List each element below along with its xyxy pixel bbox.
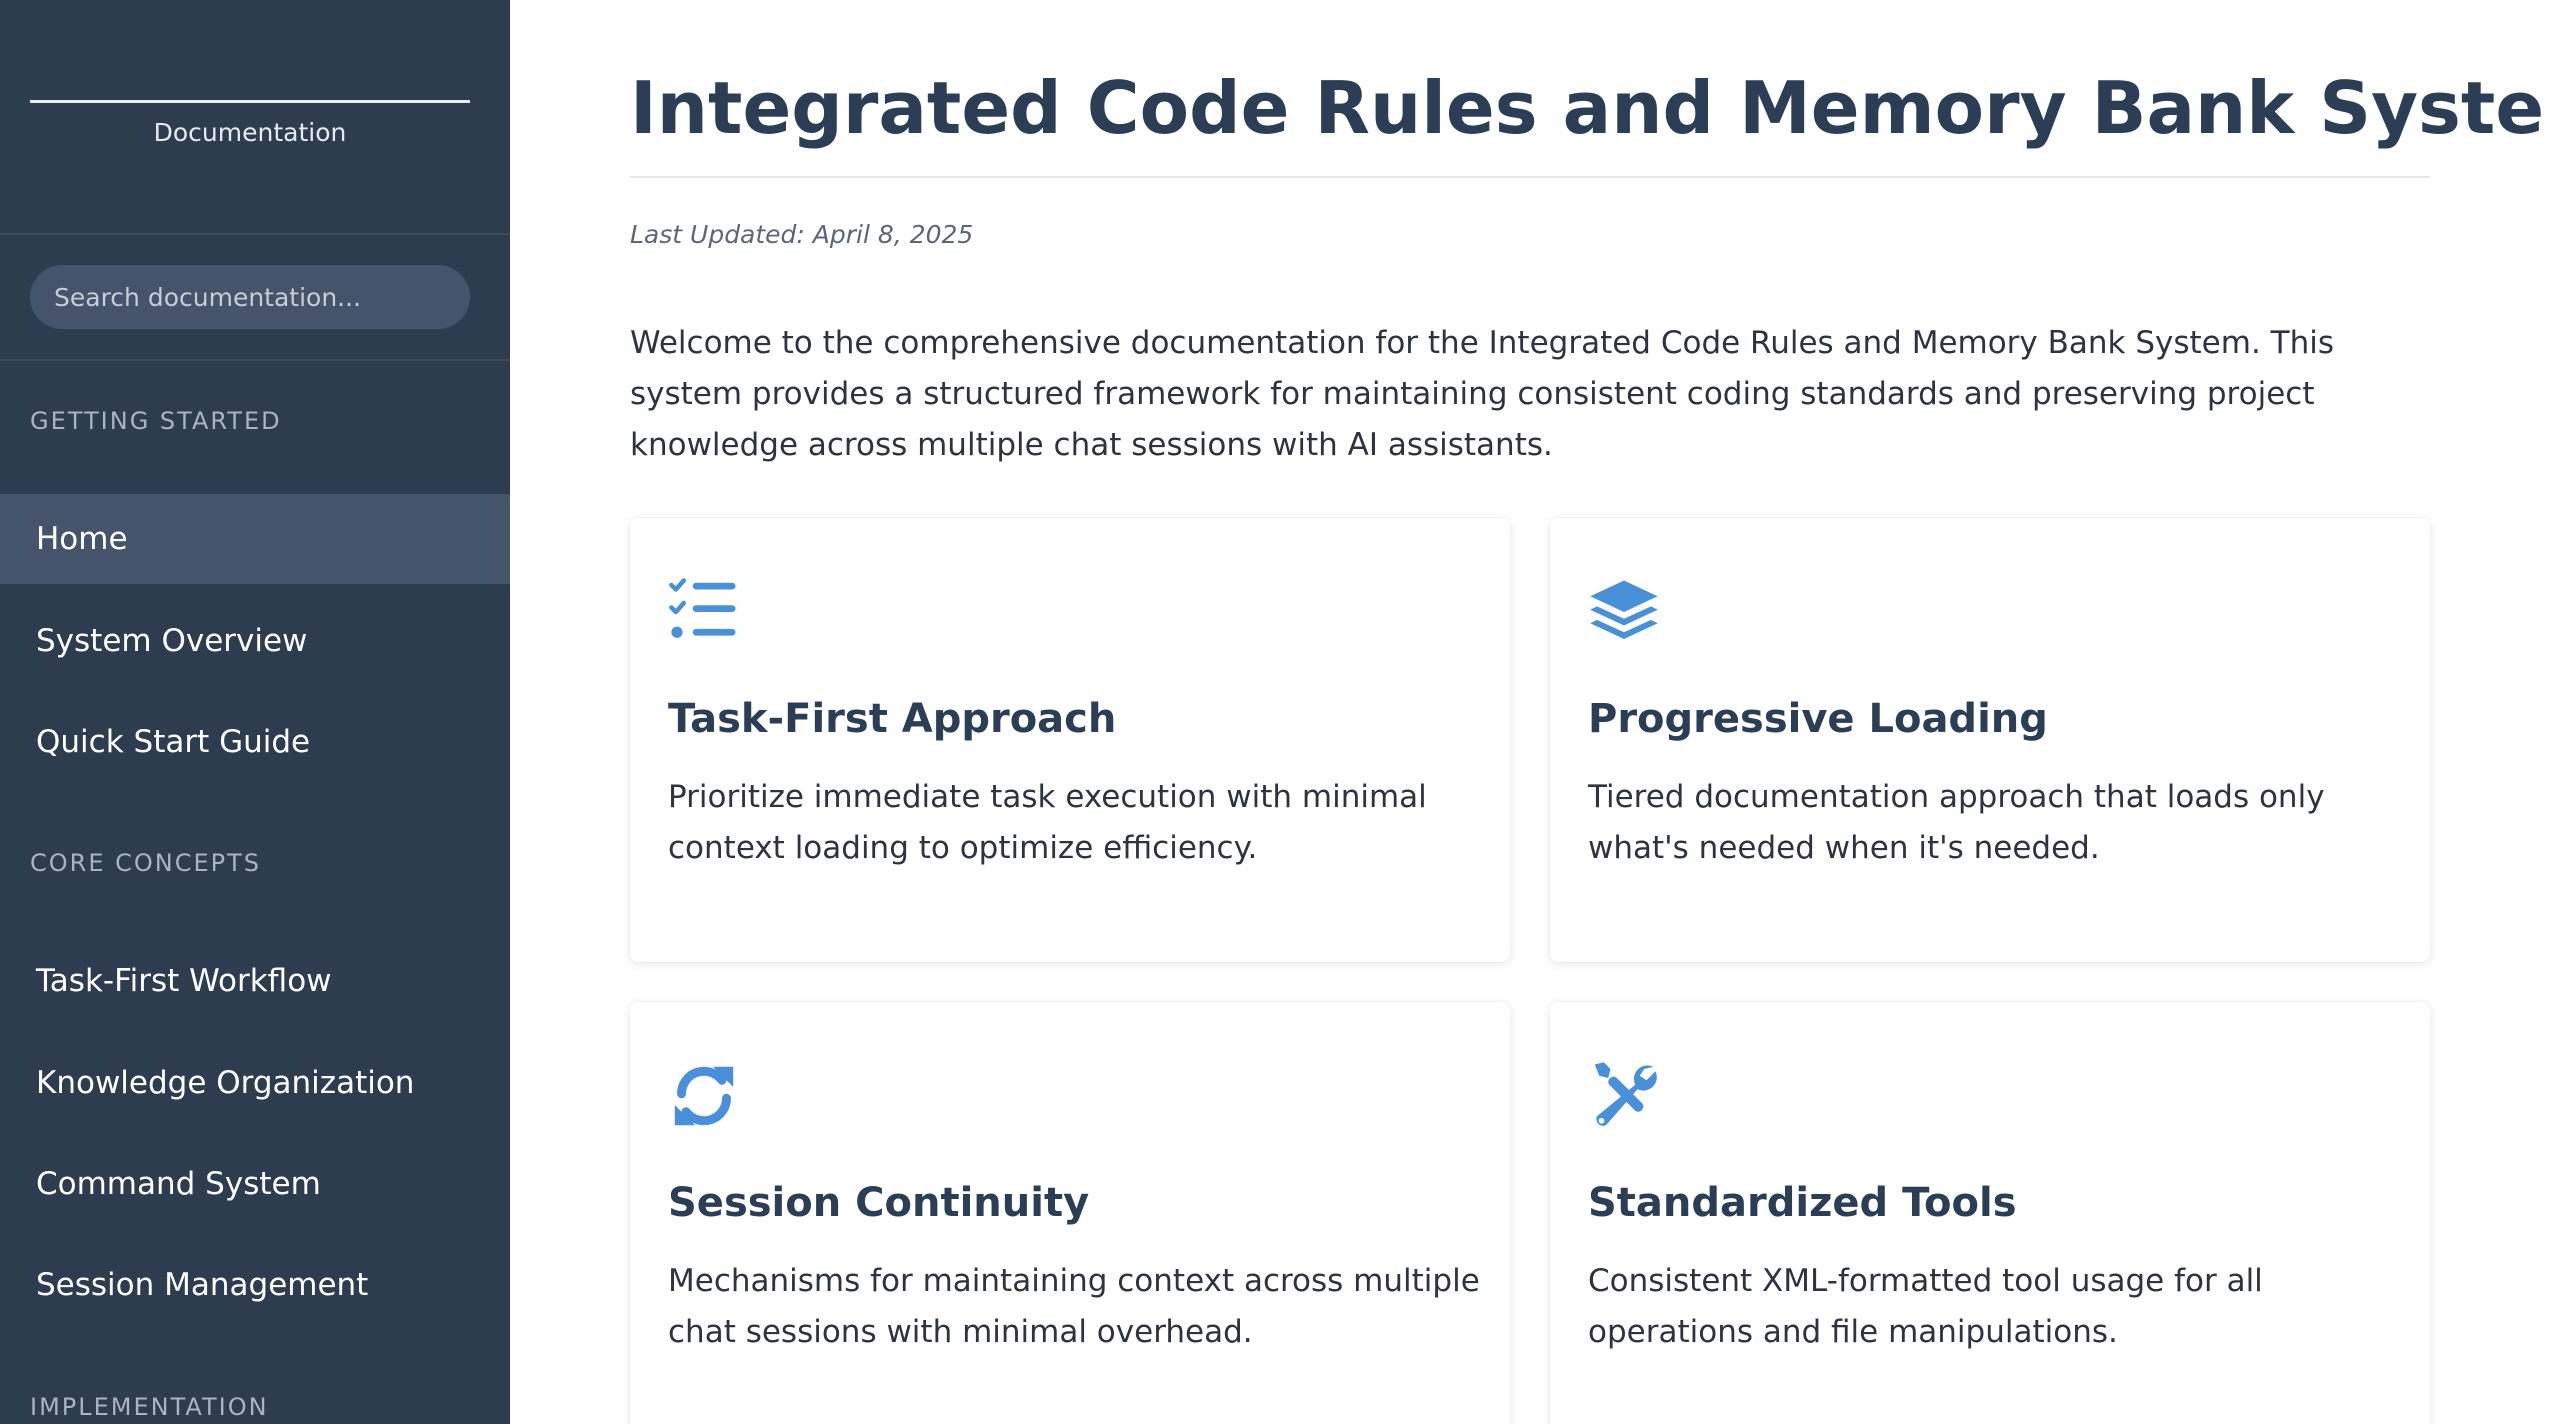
sidebar-item-command-system[interactable]: Command System: [0, 1139, 510, 1229]
card-title: Progressive Loading: [1588, 696, 2048, 742]
sidebar-item-session-management[interactable]: Session Management: [0, 1240, 510, 1330]
sidebar-brand: Documentation: [0, 0, 510, 235]
card-title: Session Continuity: [668, 1180, 1090, 1226]
task-list-icon: [668, 576, 740, 648]
sidebar-item-knowledge-organization[interactable]: Knowledge Organization: [0, 1038, 510, 1128]
feature-card-task-first: Task-First Approach Prioritize immediate…: [630, 518, 1510, 962]
last-updated: Last Updated: April 8, 2025: [630, 220, 974, 249]
layers-icon: [1588, 576, 1660, 648]
docs-app: Documentation GETTING STARTED Home Syste…: [0, 0, 2550, 1424]
sidebar-item-home[interactable]: Home: [0, 494, 510, 584]
feature-card-standardized-tools: Standardized Tools Consistent XML-format…: [1550, 1002, 2430, 1424]
card-title: Standardized Tools: [1588, 1180, 2017, 1226]
main-content: Integrated Code Rules and Memory Bank Sy…: [510, 0, 2550, 1424]
intro-paragraph: Welcome to the comprehensive documentati…: [630, 325, 2335, 463]
sidebar-item-quick-start-guide[interactable]: Quick Start Guide: [0, 697, 510, 787]
card-description: Consistent XML-formatted tool usage for …: [1588, 1263, 2263, 1350]
brand-divider: [30, 100, 470, 103]
card-description: Mechanisms for maintaining context acros…: [668, 1263, 1480, 1350]
feature-card-session-continuity: Session Continuity Mechanisms for mainta…: [630, 1002, 1510, 1424]
feature-card-progressive-loading: Progressive Loading Tiered documentation…: [1550, 518, 2430, 962]
search-input[interactable]: [30, 265, 470, 329]
nav-section-getting-started: GETTING STARTED: [30, 407, 282, 435]
nav-section-core-concepts: CORE CONCEPTS: [30, 849, 262, 877]
sidebar-subtitle: Documentation: [153, 118, 347, 147]
page-title: Integrated Code Rules and Memory Bank Sy…: [630, 66, 2550, 150]
nav-section-implementation: IMPLEMENTATION: [30, 1393, 269, 1421]
sidebar: Documentation GETTING STARTED Home Syste…: [0, 0, 510, 1424]
sidebar-item-task-first-workflow[interactable]: Task-First Workflow: [0, 936, 510, 1026]
search-container: [0, 235, 510, 361]
tools-icon: [1588, 1060, 1660, 1132]
card-description: Prioritize immediate task execution with…: [668, 779, 1427, 866]
title-divider: [630, 176, 2430, 178]
card-description: Tiered documentation approach that loads…: [1588, 779, 2325, 866]
card-title: Task-First Approach: [668, 696, 1117, 742]
sidebar-item-system-overview[interactable]: System Overview: [0, 596, 510, 686]
sync-icon: [668, 1060, 740, 1132]
